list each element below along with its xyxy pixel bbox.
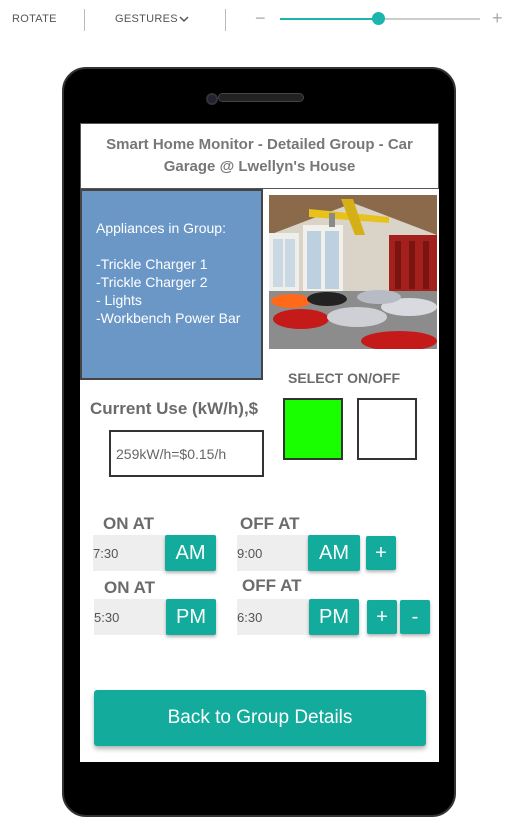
on-at-label: ON AT [103, 514, 154, 533]
select-on-off-label: SELECT ON/OFF [288, 370, 400, 386]
gestures-dropdown[interactable]: GESTURES [115, 13, 178, 25]
zoom-slider-thumb[interactable] [372, 12, 385, 25]
toolbar-divider [225, 9, 226, 31]
app-screen: Smart Home Monitor - Detailed Group - Ca… [80, 123, 439, 762]
switch-on-button[interactable] [283, 398, 343, 460]
appliances-panel: Appliances in Group: -Trickle Charger 1 … [80, 189, 263, 380]
zoom-in-button[interactable]: + [492, 8, 503, 29]
off-am-pm-button[interactable]: AM [308, 535, 360, 571]
off-at-label: OFF AT [242, 576, 302, 595]
camera-icon [206, 93, 218, 105]
off-at-label: OFF AT [240, 514, 300, 533]
zoom-slider[interactable] [280, 12, 480, 25]
remove-schedule-button[interactable]: - [400, 600, 430, 634]
off-time-field[interactable]: 6:30 [237, 599, 315, 635]
rotate-button[interactable]: ROTATE [12, 13, 57, 25]
on-at-label: ON AT [104, 578, 155, 597]
switch-off-button[interactable] [357, 398, 417, 460]
on-time-field[interactable]: 5:30 [94, 599, 169, 635]
on-am-pm-button[interactable]: AM [165, 535, 216, 571]
speaker-grille [218, 93, 304, 102]
zoom-slider-fill [280, 18, 378, 20]
toolbar-divider [84, 9, 85, 31]
current-use-label: Current Use (kW/h),$ [90, 399, 259, 418]
chevron-down-icon[interactable] [178, 13, 190, 25]
add-schedule-button[interactable]: + [366, 536, 396, 570]
page-title: Smart Home Monitor - Detailed Group - Ca… [80, 123, 439, 189]
off-am-pm-button[interactable]: PM [309, 599, 359, 635]
off-time-field[interactable]: 9:00 [237, 535, 312, 571]
zoom-out-button[interactable]: − [255, 8, 266, 29]
on-am-pm-button[interactable]: PM [166, 599, 216, 635]
back-to-group-details-button[interactable]: Back to Group Details [94, 690, 426, 746]
on-time-field[interactable]: 7:30 [93, 535, 168, 571]
current-use-field[interactable]: 259kW/h=$0.15/h [109, 430, 264, 477]
emulator-toolbar: ROTATE GESTURES − + [0, 0, 515, 40]
add-schedule-button[interactable]: + [367, 600, 397, 634]
garage-photo [269, 195, 437, 349]
